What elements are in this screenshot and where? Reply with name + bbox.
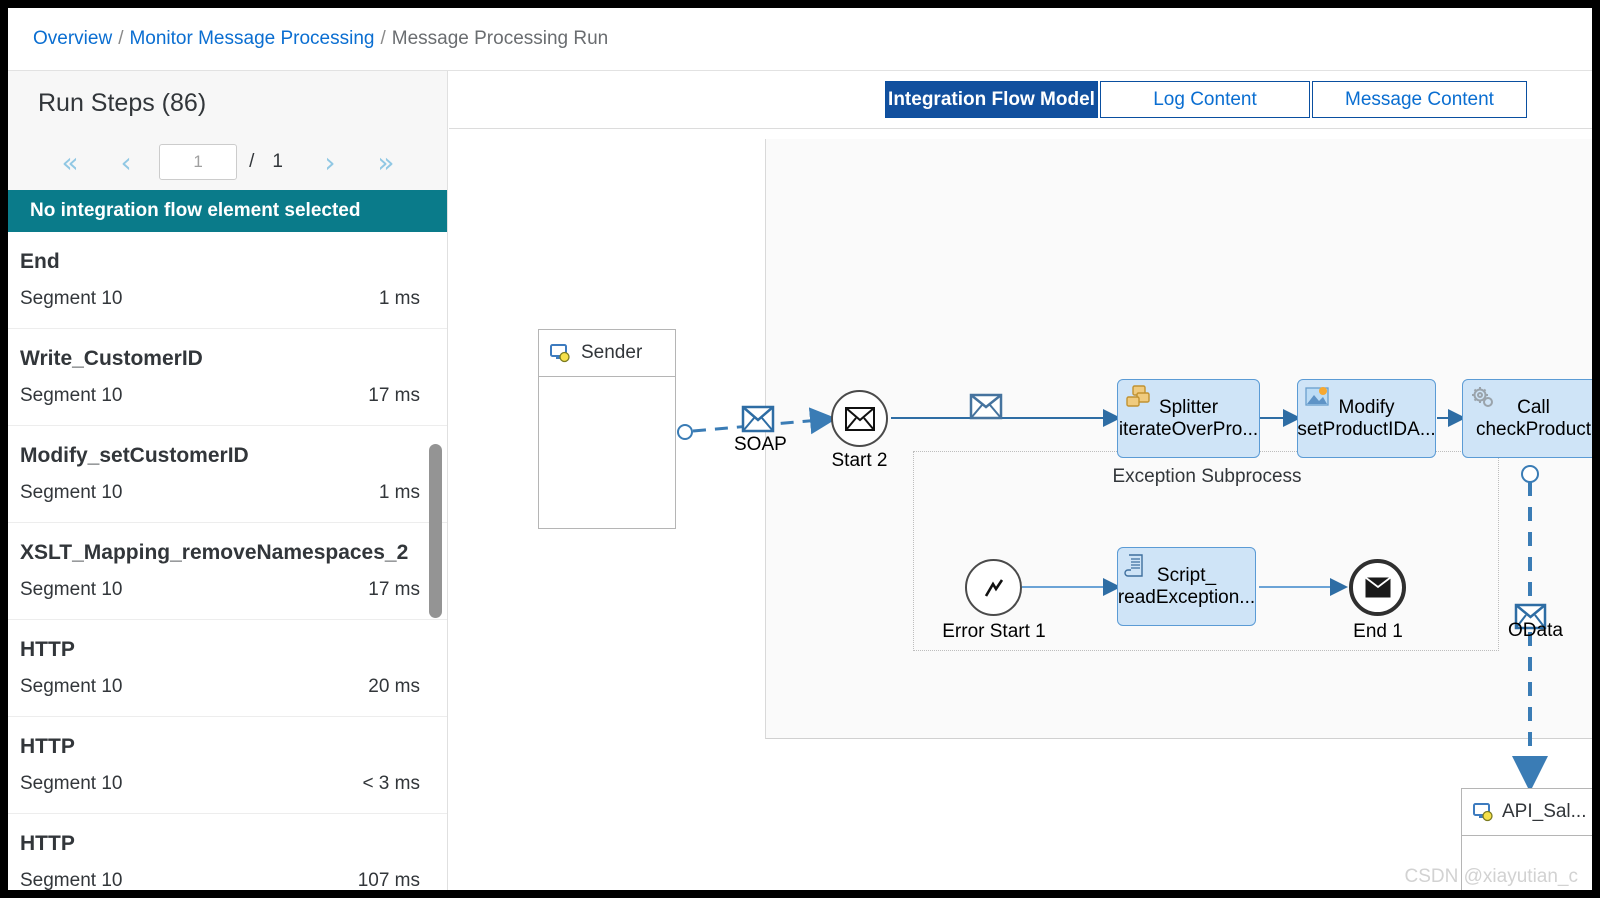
error-start-event-icon — [981, 575, 1007, 601]
flow-label-odata: OData — [1508, 620, 1563, 641]
start-event-start-2[interactable] — [831, 390, 888, 447]
list-item[interactable]: HTTP Segment 10 < 3 ms — [8, 717, 447, 814]
error-start-event-1-label: Error Start 1 — [942, 621, 1046, 642]
sender-participant[interactable]: Sender — [538, 329, 676, 529]
breadcrumb-link-monitor-message-processing[interactable]: Monitor Message Processing — [129, 28, 374, 50]
tab-integration-flow-model[interactable]: Integration Flow Model — [885, 81, 1098, 118]
receiver-participant-icon — [1472, 801, 1494, 823]
breadcrumb: Overview / Monitor Message Processing / … — [8, 8, 1592, 71]
next-page-icon[interactable]: › — [307, 143, 353, 181]
message-start-event-icon — [844, 406, 875, 431]
task-call[interactable]: Call checkProduct — [1462, 379, 1592, 458]
step-duration: 17 ms — [368, 385, 420, 406]
step-duration: 17 ms — [368, 579, 420, 600]
step-name: HTTP — [20, 735, 75, 758]
step-name: End — [20, 250, 60, 273]
flow-label-soap: SOAP — [734, 434, 787, 455]
splitter-icon — [1125, 385, 1151, 409]
task-modify-line2: setProductIDA... — [1297, 418, 1436, 440]
step-segment: Segment 10 — [20, 482, 123, 503]
tab-log-content[interactable]: Log Content — [1100, 81, 1310, 118]
page-title: Run Steps (86) — [38, 89, 207, 117]
selection-status-label: No integration flow element selected — [30, 200, 361, 221]
step-name: Write_CustomerID — [20, 347, 203, 370]
message-end-event-icon — [1364, 576, 1391, 598]
breadcrumb-current-page: Message Processing Run — [391, 28, 609, 49]
step-duration: 20 ms — [368, 676, 420, 697]
gears-icon — [1470, 385, 1496, 410]
step-name: HTTP — [20, 832, 75, 855]
step-segment: Segment 10 — [20, 773, 123, 794]
task-splitter[interactable]: Splitter iterateOverPro... — [1117, 379, 1260, 458]
app-root: Overview / Monitor Message Processing / … — [0, 0, 1600, 898]
step-segment: Segment 10 — [20, 870, 123, 890]
first-page-icon[interactable]: « — [47, 143, 93, 181]
task-modify-line1: Modify — [1338, 396, 1395, 418]
end-event-end-1[interactable] — [1349, 559, 1406, 616]
sender-participant-label: Sender — [581, 342, 643, 363]
list-item[interactable]: XSLT_Mapping_removeNamespaces_2 Segment … — [8, 523, 447, 620]
receiver-participant-header: API_Sal... — [1462, 789, 1592, 836]
exception-subprocess-title: Exception Subprocess — [1112, 466, 1302, 487]
step-name: XSLT_Mapping_removeNamespaces_2 — [20, 541, 409, 564]
step-segment: Segment 10 — [20, 676, 123, 697]
watermark: CSDN @xiayutian_c — [1404, 866, 1578, 887]
error-start-event-1[interactable] — [965, 559, 1022, 616]
pagination-separator: / — [249, 151, 255, 172]
start-event-start-2-label: Start 2 — [831, 450, 888, 471]
script-icon — [1124, 553, 1149, 578]
list-item[interactable]: Modify_setCustomerID Segment 10 1 ms — [8, 426, 447, 523]
pagination-controls: « ‹ 1 / 1 › » — [8, 134, 447, 190]
tab-message-content[interactable]: Message Content — [1312, 81, 1527, 118]
total-pages-label: 1 — [272, 151, 283, 172]
step-name: Modify_setCustomerID — [20, 444, 249, 467]
page-number-input[interactable]: 1 — [159, 144, 238, 180]
tab-bar: Integration Flow Model Log Content Messa… — [449, 71, 1592, 129]
run-steps-list[interactable]: End Segment 10 1 ms Write_CustomerID Seg… — [8, 232, 447, 890]
soap-message-icon — [741, 405, 775, 433]
step-duration: 107 ms — [357, 870, 420, 890]
task-script-line1: Script_ — [1156, 564, 1217, 586]
list-item[interactable]: End Segment 10 1 ms — [8, 232, 447, 329]
previous-page-icon[interactable]: ‹ — [103, 143, 149, 181]
task-call-line1: Call — [1517, 396, 1550, 418]
receiver-participant-label: API_Sal... — [1502, 801, 1587, 822]
scrollbar-thumb[interactable] — [429, 444, 442, 618]
step-segment: Segment 10 — [20, 385, 123, 406]
step-segment: Segment 10 — [20, 579, 123, 600]
step-duration: 1 ms — [378, 482, 420, 503]
task-call-line2: checkProduct — [1475, 418, 1592, 440]
sender-participant-header: Sender — [539, 330, 675, 377]
run-steps-panel: Run Steps (86) « ‹ 1 / 1 › » No integrat… — [8, 71, 448, 890]
task-modify[interactable]: Modify setProductIDA... — [1297, 379, 1436, 458]
list-item[interactable]: Write_CustomerID Segment 10 17 ms — [8, 329, 447, 426]
task-splitter-line1: Splitter — [1158, 396, 1219, 418]
selection-status-bar: No integration flow element selected — [8, 190, 447, 232]
message-flow-icon — [969, 393, 1003, 420]
detail-panel: Integration Flow Model Log Content Messa… — [449, 71, 1592, 890]
sender-participant-icon — [549, 342, 571, 364]
task-splitter-line2: iterateOverPro... — [1118, 418, 1259, 440]
list-item[interactable]: HTTP Segment 10 107 ms — [8, 814, 447, 890]
last-page-icon[interactable]: » — [363, 143, 409, 181]
breadcrumb-link-overview[interactable]: Overview — [33, 28, 112, 50]
breadcrumb-separator: / — [118, 28, 124, 49]
breadcrumb-separator: / — [380, 28, 386, 49]
end-event-end-1-label: End 1 — [1353, 621, 1403, 642]
content-modifier-icon — [1305, 385, 1330, 407]
run-steps-scrollbar[interactable] — [427, 232, 445, 890]
integration-flow-canvas[interactable]: Exception Subprocess Sender API_Sal... S… — [449, 129, 1592, 890]
list-item[interactable]: HTTP Segment 10 20 ms — [8, 620, 447, 717]
task-script-line2: readException... — [1117, 586, 1256, 608]
step-duration: 1 ms — [378, 288, 420, 309]
step-duration: < 3 ms — [362, 773, 420, 794]
task-script[interactable]: Script_ readException... — [1117, 547, 1256, 626]
step-name: HTTP — [20, 638, 75, 661]
step-segment: Segment 10 — [20, 288, 123, 309]
